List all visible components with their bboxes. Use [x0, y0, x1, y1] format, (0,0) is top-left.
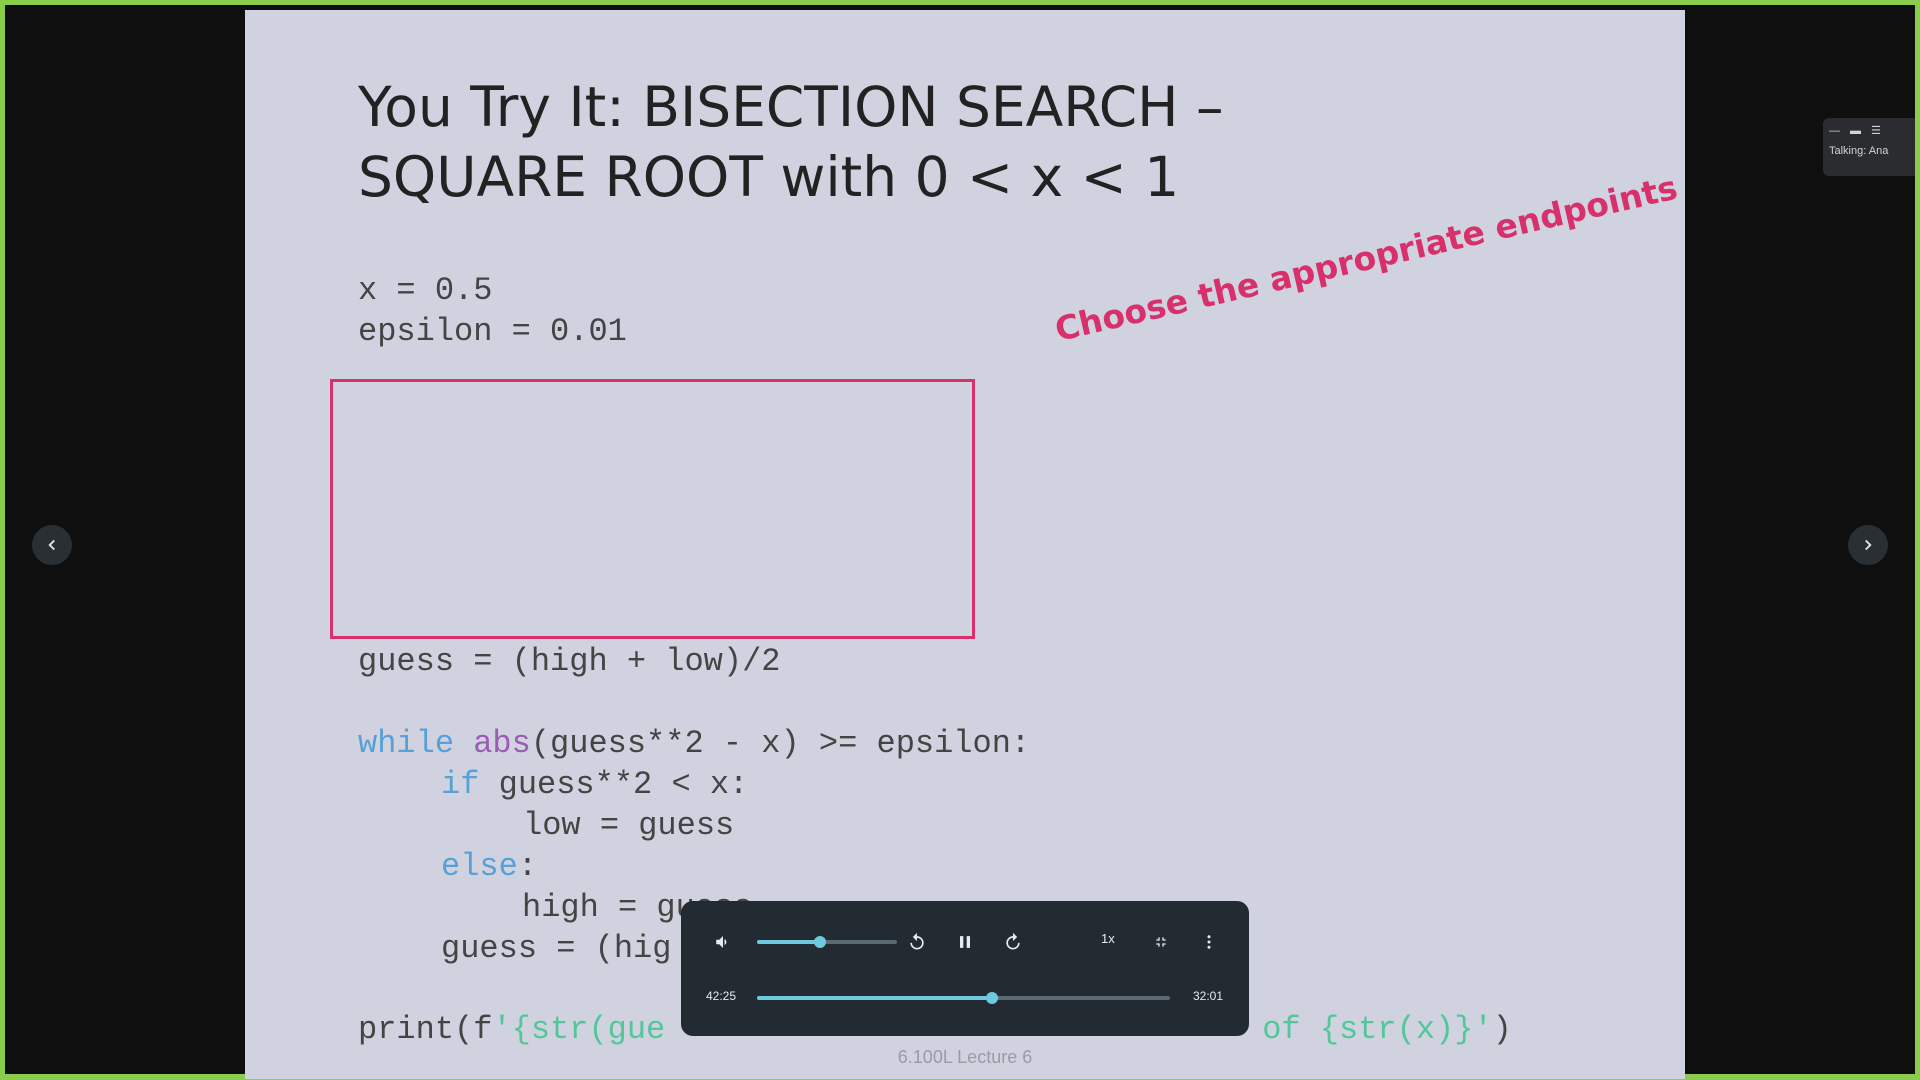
volume-slider[interactable]: [757, 936, 897, 948]
volume-slider-fill: [757, 940, 820, 944]
code-line-else: else:: [441, 846, 537, 887]
previous-slide-button[interactable]: [32, 525, 72, 565]
else-colon: :: [517, 848, 538, 885]
rewind-button[interactable]: [902, 927, 932, 957]
code-line-if: if guess**2 < x:: [441, 764, 748, 805]
keyword-while: while: [358, 725, 455, 762]
presentation-frame: — ▬ ☰ Talking: Ana You Try It: BISECTION…: [5, 5, 1915, 1079]
video-player-controls: 1x 42:25 32:01: [681, 901, 1249, 1036]
print-call: print(f: [358, 1011, 493, 1048]
code-line-low: low = guess: [523, 807, 735, 844]
endpoints-placeholder-box: [330, 379, 975, 639]
keyword-if: if: [441, 766, 480, 803]
code-line-guess-update: guess = (hig: [441, 930, 672, 967]
volume-icon: [716, 936, 727, 948]
exit-fullscreen-button[interactable]: [1146, 927, 1176, 957]
current-time: 42:25: [706, 989, 737, 1003]
exit-fullscreen-icon: [1156, 937, 1166, 947]
window-icon[interactable]: ▬: [1850, 125, 1861, 137]
code-line-guess: guess = (high + low)/2: [358, 643, 781, 680]
seek-bar-knob[interactable]: [986, 992, 999, 1004]
code-line-x: x = 0.5: [358, 272, 493, 309]
print-fstring-start: '{str(gue: [492, 1011, 666, 1048]
slide-title-line-1: You Try It: BISECTION SEARCH –: [358, 75, 1224, 139]
if-condition: guess**2 < x:: [479, 766, 749, 803]
builtin-abs: abs: [473, 725, 531, 762]
print-fstring-end: of {str(x)}': [1243, 1011, 1493, 1048]
playback-speed-button[interactable]: 1x: [1101, 931, 1115, 946]
slide-title-line-2: SQUARE ROOT with 0 < x < 1: [358, 145, 1180, 209]
minimize-icon[interactable]: —: [1829, 125, 1840, 137]
code-line-print-start: print(f'{str(gue: [358, 1009, 665, 1050]
slide-title: You Try It: BISECTION SEARCH – SQUARE RO…: [358, 72, 1358, 212]
seek-bar-fill: [757, 996, 993, 1000]
code-line-print-end: of {str(x)}'): [1243, 1009, 1512, 1050]
meeting-mini-toolbar[interactable]: — ▬ ☰ Talking: Ana: [1823, 118, 1915, 176]
code-line-while: while abs(guess**2 - x) >= epsilon:: [358, 723, 1030, 764]
while-condition: (guess**2 - x) >= epsilon:: [530, 725, 1031, 762]
chevron-right-icon: [1865, 539, 1872, 551]
rewind-10-icon: [910, 932, 924, 950]
menu-icon[interactable]: ☰: [1871, 124, 1881, 137]
more-options-button[interactable]: [1194, 927, 1224, 957]
volume-button[interactable]: [708, 927, 738, 957]
chevron-left-icon: [48, 539, 55, 551]
slide-footer: 6.100L Lecture 6: [897, 1047, 1033, 1067]
total-time: 32:01: [1193, 989, 1224, 1003]
more-vertical-icon: [1207, 935, 1211, 949]
print-close-paren: ): [1492, 1011, 1512, 1048]
talking-label: Talking: Ana: [1829, 145, 1889, 157]
forward-10-icon: [1006, 932, 1020, 950]
seek-bar[interactable]: [757, 992, 1170, 1004]
next-slide-button[interactable]: [1848, 525, 1888, 565]
pause-icon: [960, 936, 970, 948]
volume-slider-knob[interactable]: [814, 936, 826, 948]
pause-button[interactable]: [950, 927, 980, 957]
keyword-else: else: [441, 848, 518, 885]
forward-button[interactable]: [998, 927, 1028, 957]
code-line-epsilon: epsilon = 0.01: [358, 313, 627, 350]
